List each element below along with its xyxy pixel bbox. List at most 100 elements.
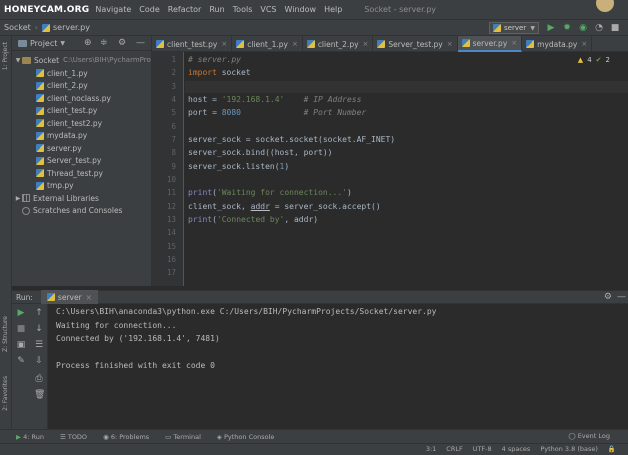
project-tool-button[interactable]: 1: Project [2, 42, 9, 70]
status-line-separator[interactable]: CRLF [446, 445, 462, 453]
line-number: 8 [171, 148, 176, 157]
tree-file[interactable]: client_test.py [36, 105, 97, 118]
tab-client-1[interactable]: client_1.py × [232, 36, 303, 52]
tab-client-test[interactable]: client_test.py × [152, 36, 233, 52]
tree-file[interactable]: Thread_test.py [36, 167, 103, 180]
external-libraries-label: External Libraries [33, 193, 99, 203]
line-number: 11 [166, 188, 176, 197]
tool-run-button[interactable]: ▶ 4: Run [16, 433, 44, 441]
stop-icon[interactable]: ■ [16, 324, 26, 334]
tree-file[interactable]: client_2.py [36, 80, 88, 93]
close-icon[interactable]: × [511, 39, 517, 47]
close-icon[interactable]: × [86, 293, 92, 302]
profile-icon[interactable]: ◔ [594, 23, 604, 33]
scroll-to-end-icon[interactable]: ⇩ [34, 356, 44, 366]
project-panel-title[interactable]: Project [30, 39, 57, 48]
project-panel: Project ▼ ⊕ ≑ ⚙ — ▼ Socket C:\Users\BIH\… [12, 36, 152, 286]
menu-window[interactable]: Window [285, 5, 317, 14]
coverage-icon[interactable]: ◉ [578, 23, 588, 33]
menu-tools[interactable]: Tools [233, 5, 253, 14]
close-icon[interactable]: × [581, 40, 587, 48]
print-icon[interactable]: ⎙ [34, 374, 44, 384]
tree-file[interactable]: client_test2.py [36, 117, 102, 130]
tool-todo-button[interactable]: ☰ TODO [60, 433, 87, 441]
breadcrumb-file[interactable]: server.py [53, 23, 90, 32]
gear-icon[interactable]: ⚙ [118, 38, 126, 48]
tab-mydata[interactable]: mydata.py × [522, 36, 593, 52]
pin-icon[interactable]: ✎ [16, 356, 26, 366]
close-icon[interactable]: × [221, 40, 227, 48]
soft-wrap-icon[interactable]: ☰ [34, 340, 44, 350]
code-token: , addr) [284, 215, 319, 224]
menu-run[interactable]: Run [209, 5, 224, 14]
tree-scratches[interactable]: Scratches and Consoles [22, 205, 122, 218]
code-editor[interactable]: 1 2 3 4 5 6 7 8 9 10 11 12 13 14 15 16 1… [152, 52, 628, 286]
tree-file[interactable]: client_noclass.py [36, 92, 111, 105]
python-console-icon: ◈ [216, 432, 222, 441]
menu-refactor[interactable]: Refactor [168, 5, 202, 14]
tree-root-socket[interactable]: ▼ Socket C:\Users\BIH\PycharmPro [14, 54, 151, 67]
inspection-widget[interactable]: ▲ 4 ✔ 2 [578, 56, 610, 64]
tab-client-2[interactable]: client_2.py × [303, 36, 374, 52]
problems-icon: ◉ [103, 432, 109, 441]
code-token: port = [188, 108, 222, 117]
tool-problems-button[interactable]: ◉ 6: Problems [103, 433, 149, 441]
tree-file[interactable]: client_1.py [36, 67, 88, 80]
menu-vcs[interactable]: VCS [260, 5, 276, 14]
favorites-tool-button[interactable]: 2: Favorites [2, 376, 9, 411]
tree-file[interactable]: server.py [36, 142, 82, 155]
line-number: 1 [171, 55, 176, 64]
locate-icon[interactable]: ⊕ [84, 38, 92, 48]
trash-icon[interactable]: 🗑 [34, 390, 45, 400]
tool-label: Python Console [223, 432, 275, 441]
up-arrow-icon[interactable]: ↑ [34, 308, 44, 318]
comment-token: # Port Number [240, 108, 367, 117]
project-view-icon [18, 39, 27, 47]
tab-label: server.py [472, 38, 508, 48]
tree-file[interactable]: mydata.py [36, 130, 87, 143]
status-encoding[interactable]: UTF-8 [473, 445, 492, 453]
close-icon[interactable]: × [363, 40, 369, 48]
line-number: 13 [166, 215, 176, 224]
tool-window-bar: ▶ 4: Run ☰ TODO ◉ 6: Problems ▭ Terminal… [0, 429, 628, 443]
close-icon[interactable]: × [447, 40, 453, 48]
menu-navigate[interactable]: Navigate [95, 5, 131, 14]
tab-server-test[interactable]: Server_test.py × [373, 36, 458, 52]
python-file-icon [377, 40, 386, 48]
debug-icon[interactable]: ✹ [562, 23, 572, 33]
line-number: 4 [171, 95, 176, 104]
gear-icon[interactable]: ⚙ [604, 292, 612, 302]
run-icon[interactable]: ▶ [546, 23, 556, 33]
status-caret-position[interactable]: 3:1 [426, 445, 436, 453]
tree-file[interactable]: tmp.py [36, 180, 74, 193]
stop-icon[interactable]: ■ [610, 23, 620, 33]
tree-external-libraries[interactable]: ▶ External Libraries [14, 192, 99, 205]
structure-tool-button[interactable]: Z: Structure [2, 316, 9, 352]
chevron-down-icon[interactable]: ▼ [60, 40, 65, 47]
line-number: 16 [166, 255, 176, 264]
close-icon[interactable]: × [292, 40, 298, 48]
hide-icon[interactable]: — [136, 38, 145, 48]
collapse-all-icon[interactable]: ≑ [100, 38, 108, 48]
tool-terminal-button[interactable]: ▭ Terminal [165, 433, 201, 441]
python-file-icon [36, 94, 44, 103]
hide-icon[interactable]: — [617, 292, 626, 302]
down-arrow-icon[interactable]: ↓ [34, 324, 44, 334]
python-file-icon [36, 131, 44, 140]
tool-label: 6: Problems [110, 432, 150, 441]
tree-file[interactable]: Server_test.py [36, 155, 101, 168]
status-interpreter[interactable]: Python 3.8 (base) [540, 445, 598, 453]
run-console[interactable]: C:\Users\BIH\anaconda3\python.exe C:/Use… [48, 304, 628, 429]
menu-code[interactable]: Code [139, 5, 159, 14]
event-log-button[interactable]: ◯ Event Log [568, 432, 610, 440]
restore-layout-icon[interactable]: ▣ [16, 340, 26, 350]
lock-icon[interactable]: 🔒 [608, 445, 616, 453]
status-indent[interactable]: 4 spaces [502, 445, 531, 453]
tool-python-console-button[interactable]: ◈ Python Console [217, 433, 274, 441]
tab-server[interactable]: server.py × [457, 36, 523, 52]
run-tab-server[interactable]: server × [40, 290, 98, 304]
menu-help[interactable]: Help [324, 5, 342, 14]
run-configuration-select[interactable]: server ▼ [489, 22, 539, 34]
breadcrumb-project[interactable]: Socket [4, 23, 31, 32]
rerun-icon[interactable]: ▶ [16, 308, 26, 318]
